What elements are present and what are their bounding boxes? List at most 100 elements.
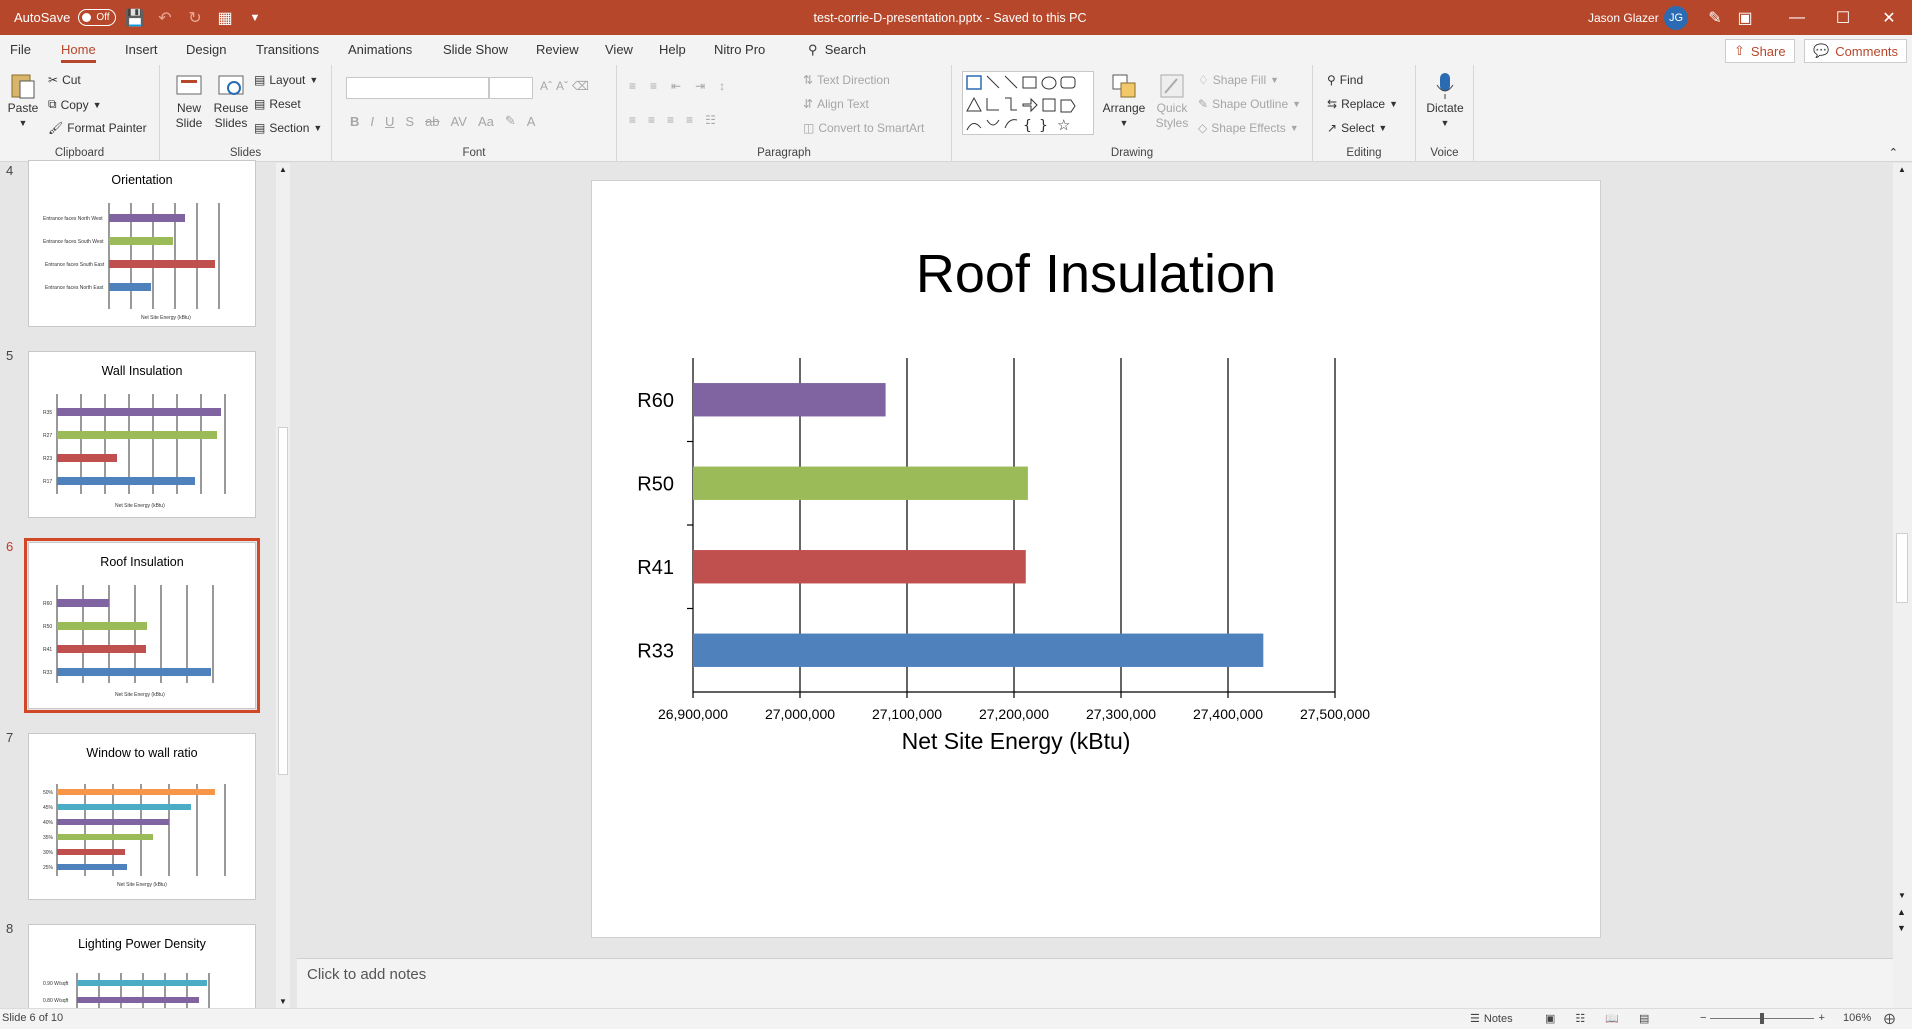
slide-scroll-thumb[interactable] [1896,533,1908,603]
avatar[interactable]: JG [1664,5,1688,30]
bar-chart[interactable]: 26,900,000 27,000,000 27,100,000 27,200,000… [592,181,1602,939]
find-button[interactable]: ⚲ Find [1327,73,1363,87]
tab-slide-show[interactable]: Slide Show [443,35,508,65]
svg-text:Entrance faces South East: Entrance faces South East [45,262,105,268]
notes-pane[interactable]: Click to add notes [297,958,1893,1008]
shape-outline-button[interactable]: ✎ Shape Outline ▼ [1198,97,1301,111]
tab-view[interactable]: View [605,35,633,65]
slide-thumbnail-8[interactable]: Lighting Power Density 0.90 W/sqft 0.80 W… [28,924,256,1014]
comments-button[interactable]: 💬 Comments [1804,39,1908,63]
justify-icon: ≡ [686,113,694,127]
thumbnail-scroll-thumb[interactable] [278,427,288,775]
quick-styles-button[interactable]: Quick Styles [1150,71,1194,131]
slide-thumbnail-6[interactable]: Roof Insulation R60 R50 R41 R33 Net Site Ene… [24,538,260,713]
slideshow-icon[interactable]: ▤ [1639,1012,1649,1025]
replace-button[interactable]: ⇆ Replace ▼ [1327,97,1398,111]
slide-thumbnail-5[interactable]: Wall Insulation R35 R27 R23 R17 Net Site Ene… [28,351,256,518]
normal-view-icon[interactable]: ▣ [1545,1012,1555,1025]
tab-file[interactable]: File [10,35,31,65]
align-text-button[interactable]: ⇵ Align Text [803,97,869,111]
thumbnail-scrollbar[interactable]: ▲ ▼ [276,163,290,1008]
notes-toggle-button[interactable]: ☰ Notes [1470,1012,1513,1026]
cut-button[interactable]: ✂ Cut [48,73,81,87]
tab-animations[interactable]: Animations [348,35,412,65]
zoom-in-icon[interactable]: + [1818,1012,1824,1024]
tab-nitro-pro[interactable]: Nitro Pro [714,35,765,65]
slide-number: 4 [6,163,14,178]
font-size-combo[interactable] [489,77,533,99]
layout-button[interactable]: ▤ Layout ▼ [254,73,318,87]
align-buttons[interactable]: ≡ ≡ ≡ ≡ ☷ [629,113,716,127]
font-family-combo[interactable] [346,77,489,99]
minimize-icon[interactable]: — [1774,0,1820,35]
save-icon[interactable]: 💾 [120,8,150,28]
slide-canvas[interactable]: Roof Insulation 26,900,000 27,000,000 27,1… [591,180,1601,938]
slide-thumbnail-4[interactable]: Orientation Entrance faces North West Ent… [28,160,256,327]
notes-placeholder[interactable]: Click to add notes [307,966,426,983]
reset-button[interactable]: ▤ Reset [254,97,301,111]
shape-fill-button[interactable]: ♢ Shape Fill ▼ [1198,73,1279,87]
user-name[interactable]: Jason Glazer [1588,0,1659,35]
notes-icon: ☰ [1470,1013,1480,1025]
zoom-thumb[interactable] [1760,1012,1765,1024]
tab-design[interactable]: Design [186,35,226,65]
convert-smartart-button[interactable]: ◫ Convert to SmartArt [803,121,924,135]
tab-home[interactable]: Home [61,35,96,65]
maximize-icon[interactable]: ☐ [1820,0,1866,35]
ribbon-display-icon[interactable]: ▣ [1730,8,1760,28]
shape-effects-button[interactable]: ◇ Shape Effects ▼ [1198,121,1299,135]
paste-label: Paste [7,101,39,115]
pen-icon[interactable]: ✎ [1700,8,1730,28]
slide-thumbnail-7[interactable]: Window to wall ratio 50% 45% 40% 35% 30% 25% N… [28,733,256,900]
share-button[interactable]: ⇧ Share [1725,39,1795,63]
new-slide-icon [176,75,202,95]
autosave[interactable]: AutoSave Off [14,0,117,35]
font-group-label: Font [462,147,486,159]
scroll-down-icon[interactable]: ▼ [279,997,287,1006]
reuse-slides-button[interactable]: Reuse Slides [210,71,252,131]
dictate-button[interactable]: Dictate ▼ [1422,71,1468,131]
font-size-controls[interactable]: Aˆ Aˇ ⌫ [540,79,589,93]
autosave-toggle[interactable]: Off [78,9,117,26]
shapes-gallery[interactable]: {} ☆ [962,71,1094,135]
fit-to-window-icon[interactable]: ⨁ [1884,1012,1895,1025]
svg-text:35%: 35% [43,835,54,841]
slide-scrollbar[interactable]: ▲ ▼ ▲ ▼ [1893,163,1912,1008]
section-button[interactable]: ▤ Section ▼ [254,121,322,135]
present-from-start-icon[interactable]: ▦ [210,8,240,28]
tab-transitions[interactable]: Transitions [256,35,319,65]
reading-view-icon[interactable]: 📖 [1605,1012,1619,1025]
customize-qat-icon[interactable]: ▼ [240,12,270,24]
tab-insert[interactable]: Insert [125,35,158,65]
text-direction-button[interactable]: ⇅ Text Direction [803,73,890,87]
tab-help[interactable]: Help [659,35,686,65]
scroll-down-icon[interactable]: ▼ [1898,891,1906,900]
next-slide-icon[interactable]: ▼ [1897,923,1906,933]
scroll-up-icon[interactable]: ▲ [1898,165,1906,174]
tab-review[interactable]: Review [536,35,579,65]
paste-button[interactable]: Paste ▼ [6,71,40,131]
document-title: test-corrie-D-presentation.pptx - Saved … [813,10,1087,25]
font-style-buttons[interactable]: B I U Sab AV Aa ✎ A [350,113,535,129]
zoom-track[interactable] [1710,1012,1815,1024]
zoom-level[interactable]: 106% [1843,1012,1871,1024]
close-icon[interactable]: ✕ [1866,0,1912,35]
format-painter-button[interactable]: 🖌 Format Painter [48,121,147,135]
previous-slide-icon[interactable]: ▲ [1897,907,1906,917]
copy-button[interactable]: ⧉ Copy ▼ [48,97,102,112]
arrange-button[interactable]: Arrange ▼ [1100,71,1148,131]
search-box[interactable]: ⚲ Search [808,35,866,65]
slide-sorter-icon[interactable]: ☷ [1575,1012,1585,1025]
collapse-ribbon-icon[interactable]: ⌃ [1889,146,1898,159]
scroll-up-icon[interactable]: ▲ [279,165,287,174]
new-slide-button[interactable]: New Slide [170,71,208,131]
zoom-slider[interactable]: − + [1700,1012,1825,1024]
x-tick-label: 27,500,000 [1300,706,1370,722]
x-axis-title: Net Site Energy (kBtu) [902,728,1131,754]
zoom-out-icon[interactable]: − [1700,1012,1706,1024]
list-buttons[interactable]: ≡ ≡ ⇤ ⇥ ↕ [629,79,725,93]
undo-icon[interactable]: ↶ [150,8,180,28]
select-button[interactable]: ↗ Select ▼ [1327,121,1387,135]
redo-icon[interactable]: ↻ [180,8,210,28]
thumbnail-chart: Entrance faces North West Entrance faces … [43,203,220,321]
